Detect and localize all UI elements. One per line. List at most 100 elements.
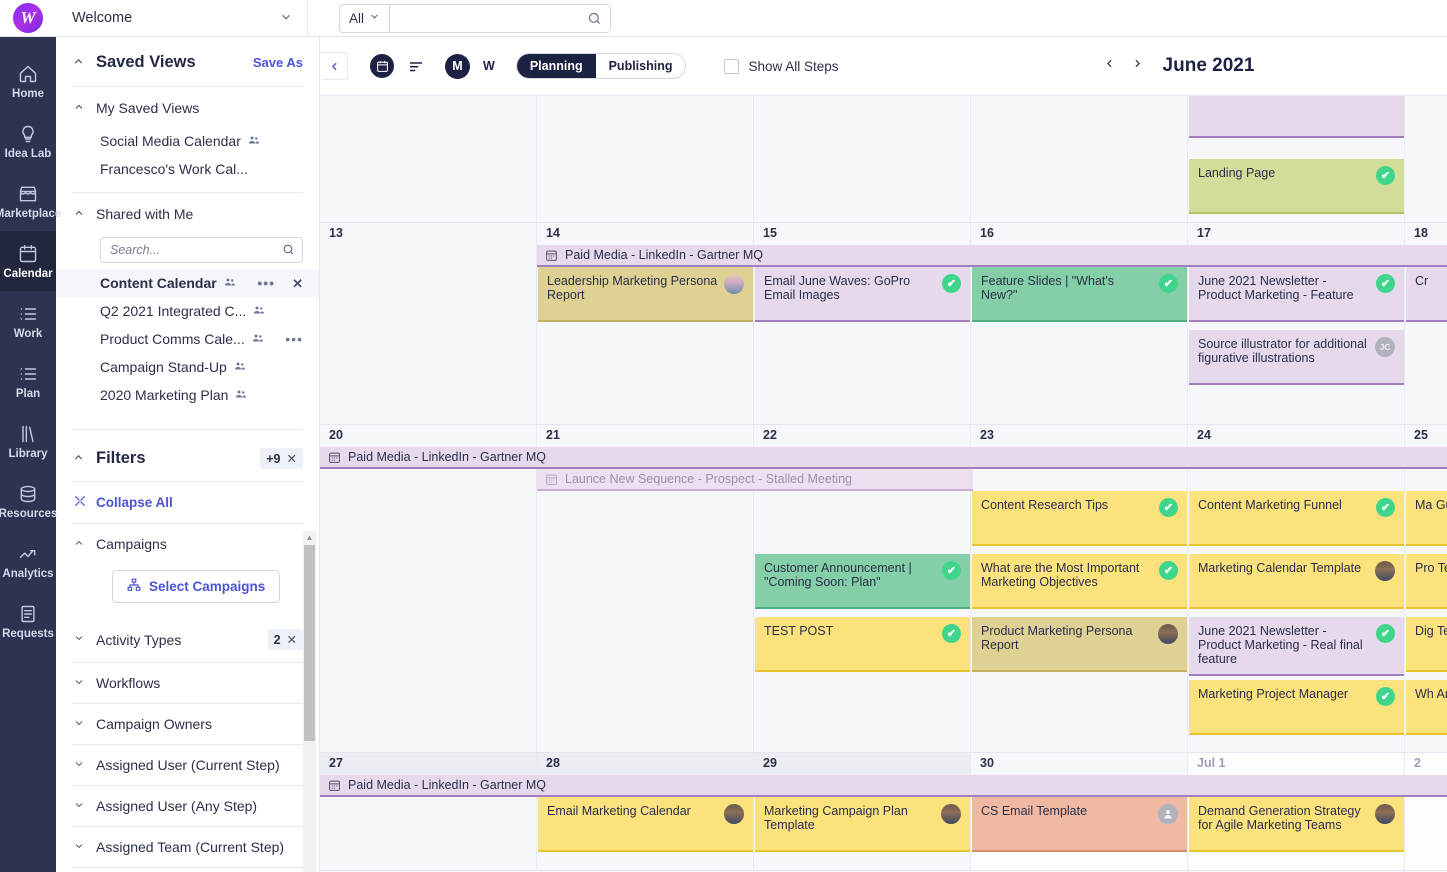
saved-view-item[interactable]: 2020 Marketing Plan — [56, 381, 319, 409]
rail-item-requests[interactable]: Requests — [0, 591, 56, 651]
day-number[interactable]: 18 — [1405, 223, 1447, 245]
my-saved-views-group[interactable]: My Saved Views — [56, 87, 319, 127]
filters-scrollbar[interactable]: ▲ — [303, 531, 316, 872]
calendar-card[interactable]: Email June Waves: GoPro Email Images✔ — [755, 267, 970, 322]
day-cell[interactable] — [754, 680, 971, 743]
day-cell[interactable] — [971, 159, 1188, 222]
saved-view-item[interactable]: Social Media Calendar — [56, 127, 319, 155]
day-cell[interactable] — [1405, 96, 1447, 159]
day-cell[interactable]: Customer Announcement | "Coming Soon: Pl… — [754, 554, 971, 617]
day-number[interactable]: 21 — [537, 425, 754, 447]
day-cell[interactable]: Source illustrator for additional figura… — [1188, 330, 1405, 393]
search-input[interactable] — [390, 5, 610, 32]
day-cell[interactable] — [320, 96, 537, 159]
day-cell[interactable]: Leadership Marketing Persona Report — [537, 267, 754, 330]
more-options-icon[interactable]: ••• — [285, 332, 303, 346]
calendar-grid[interactable]: Landing Page✔131415161718Paid Media - Li… — [320, 96, 1447, 872]
day-cell[interactable] — [754, 330, 971, 393]
app-logo-icon[interactable]: W — [13, 3, 43, 33]
day-cell[interactable]: Content Research Tips✔ — [971, 491, 1188, 554]
day-number[interactable]: 23 — [971, 425, 1188, 447]
select-campaigns-button[interactable]: Select Campaigns — [112, 570, 280, 603]
filter-group-assigned-team-any-step-[interactable]: Assigned Team (Any Step) — [56, 868, 319, 872]
saved-view-item[interactable]: Francesco's Work Cal... — [56, 155, 319, 183]
day-number[interactable]: 17 — [1188, 223, 1405, 245]
day-cell[interactable] — [971, 96, 1188, 159]
rail-item-calendar[interactable]: Calendar — [0, 231, 56, 291]
saved-view-item[interactable]: Campaign Stand-Up — [56, 353, 319, 381]
day-cell[interactable]: What are the Most Important Marketing Ob… — [971, 554, 1188, 617]
day-cell[interactable]: Landing Page✔ — [1188, 159, 1405, 222]
calendar-card[interactable]: June 2021 Newsletter - Product Marketing… — [1189, 617, 1404, 676]
calendar-card[interactable]: Marketing Calendar Template — [1189, 554, 1404, 609]
close-icon[interactable]: ✕ — [287, 451, 297, 466]
saved-view-item[interactable]: Content Calendar•••✕ — [56, 269, 319, 297]
tab-publishing[interactable]: Publishing — [596, 54, 686, 78]
filter-group-campaign-owners[interactable]: Campaign Owners — [56, 704, 319, 744]
workspace-selector[interactable]: Welcome — [56, 0, 308, 37]
day-number[interactable]: 24 — [1188, 425, 1405, 447]
rail-item-library[interactable]: Library — [0, 411, 56, 471]
calendar-card[interactable]: June 2021 Newsletter - Product Marketing… — [1189, 267, 1404, 322]
next-month-button[interactable] — [1124, 57, 1152, 75]
calendar-card[interactable]: Leadership Marketing Persona Report — [538, 267, 753, 322]
day-cell[interactable] — [320, 267, 537, 330]
filter-group-workflows[interactable]: Workflows — [56, 663, 319, 703]
collapse-all-button[interactable]: Collapse All — [56, 482, 319, 523]
shared-search-input[interactable] — [101, 238, 302, 262]
calendar-card[interactable]: What are the Most Important Marketing Ob… — [972, 554, 1187, 609]
day-cell[interactable] — [537, 159, 754, 222]
day-cell[interactable] — [537, 330, 754, 393]
sort-button[interactable] — [407, 57, 425, 75]
save-as-button[interactable]: Save As — [253, 55, 303, 70]
day-cell[interactable] — [320, 330, 537, 393]
day-number[interactable]: 30 — [971, 753, 1188, 775]
day-number[interactable]: 14 — [537, 223, 754, 245]
day-cell[interactable] — [754, 159, 971, 222]
day-cell[interactable] — [537, 617, 754, 680]
calendar-card[interactable]: Email Marketing Calendar — [538, 797, 753, 852]
day-cell[interactable]: Wh An Co — [1405, 680, 1447, 743]
calendar-card-empty[interactable] — [1189, 96, 1404, 138]
day-cell[interactable] — [754, 96, 971, 159]
scroll-up-icon[interactable]: ▲ — [303, 531, 316, 545]
calendar-card[interactable]: Content Research Tips✔ — [972, 491, 1187, 546]
day-cell[interactable]: Ma Gu — [1405, 491, 1447, 554]
calendar-view-button[interactable] — [370, 54, 394, 78]
filter-count-badge[interactable]: 2✕ — [268, 629, 303, 650]
day-cell[interactable] — [537, 96, 754, 159]
week-view-button[interactable]: W — [483, 59, 495, 73]
day-cell[interactable] — [537, 680, 754, 743]
calendar-card[interactable]: TEST POST✔ — [755, 617, 970, 672]
calendar-card[interactable]: Pro Te — [1406, 554, 1447, 609]
day-cell[interactable]: Dig Te — [1405, 617, 1447, 680]
day-cell[interactable] — [754, 491, 971, 554]
calendar-card[interactable]: Ma Gu — [1406, 491, 1447, 546]
rail-item-resources[interactable]: Resources — [0, 471, 56, 531]
day-cell[interactable]: Marketing Project Manager✔ — [1188, 680, 1405, 743]
rail-item-idea-lab[interactable]: Idea Lab — [0, 111, 56, 171]
day-number[interactable]: 13 — [320, 223, 537, 245]
filter-group-activity-types[interactable]: Activity Types2✕ — [56, 617, 319, 662]
calendar-card[interactable]: Marketing Campaign Plan Template — [755, 797, 970, 852]
more-options-icon[interactable]: ••• — [257, 276, 275, 290]
calendar-card[interactable]: Dig Te — [1406, 617, 1447, 672]
calendar-card[interactable]: Marketing Project Manager✔ — [1189, 680, 1404, 735]
day-cell[interactable]: Pro Te — [1405, 554, 1447, 617]
day-cell[interactable]: TEST POST✔ — [754, 617, 971, 680]
calendar-card[interactable]: Feature Slides | "What's New?"✔ — [972, 267, 1187, 322]
campaign-band-inactive[interactable]: Launce New Sequence - Prospect - Stalled… — [537, 469, 973, 491]
day-cell[interactable]: Feature Slides | "What's New?"✔ — [971, 267, 1188, 330]
day-number[interactable]: 16 — [971, 223, 1188, 245]
day-cell[interactable]: Cr — [1405, 267, 1447, 330]
day-cell[interactable] — [320, 680, 537, 743]
filters-count-badge[interactable]: +9 ✕ — [260, 448, 303, 469]
day-cell[interactable] — [320, 491, 537, 554]
day-cell[interactable]: Demand Generation Strategy for Agile Mar… — [1188, 797, 1405, 860]
saved-view-item[interactable]: Product Comms Cale...••• — [56, 325, 319, 353]
month-view-button[interactable]: M — [445, 54, 470, 79]
rail-item-plan[interactable]: Plan — [0, 351, 56, 411]
day-cell[interactable]: June 2021 Newsletter - Product Marketing… — [1188, 617, 1405, 680]
rail-item-marketplace[interactable]: Marketplace — [0, 171, 56, 231]
day-cell[interactable] — [971, 330, 1188, 393]
